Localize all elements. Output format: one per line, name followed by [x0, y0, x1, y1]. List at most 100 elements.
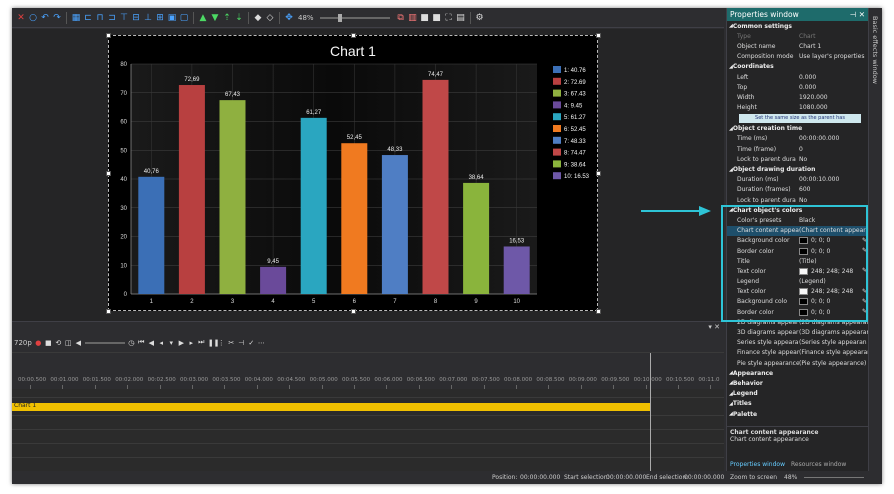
record-icon[interactable]: ● — [35, 339, 42, 347]
safe-area-icon[interactable]: ▥ — [408, 13, 418, 23]
timeline-clip[interactable] — [12, 403, 650, 411]
square2-icon[interactable]: ■ — [432, 13, 442, 23]
property-value[interactable]: 600 — [799, 186, 869, 193]
property-row[interactable]: Chart content appear (Chart content appea… — [727, 225, 869, 236]
property-section[interactable]: ◢ Common settings — [727, 21, 869, 31]
trim-icon[interactable]: ⊣ — [238, 339, 245, 347]
resize-handle-sw[interactable] — [106, 309, 111, 314]
property-value[interactable]: Chart — [799, 33, 869, 40]
resize-handle-nw[interactable] — [106, 33, 111, 38]
color-picker-icon[interactable]: ✎ — [862, 267, 867, 274]
zoom-to-screen-label[interactable]: Zoom to screen — [730, 474, 777, 481]
property-row[interactable]: Border color 0; 0; 0 ✎ — [727, 307, 869, 317]
resize-handle-se[interactable] — [596, 309, 601, 314]
property-value[interactable]: (Chart content appearan — [799, 227, 869, 234]
property-value[interactable]: 0.000 — [799, 84, 869, 91]
color-picker-icon[interactable]: ✎ — [862, 247, 867, 254]
property-row[interactable]: Left 0.000 — [727, 72, 869, 82]
color-swatch[interactable] — [799, 247, 808, 255]
property-value[interactable]: 0.000 — [799, 74, 869, 81]
resize-handle-s[interactable] — [351, 309, 356, 314]
property-value[interactable]: 0; 0; 0 — [799, 298, 869, 306]
resize-handle-ne[interactable] — [596, 33, 601, 38]
timeline-ruler[interactable]: 00:00.500 00:01.000 00:01.500 00:02.000 00:0… — [12, 353, 724, 389]
property-row[interactable]: Composition mode Use layer's properties — [727, 52, 869, 62]
property-row[interactable]: Legend (Legend) — [727, 277, 869, 287]
go-end-icon[interactable]: ⏭ — [198, 338, 205, 347]
property-value[interactable]: 248; 248; 248 — [799, 288, 869, 296]
play-icon[interactable]: ▶ — [178, 339, 185, 347]
property-value[interactable]: 0; 0; 0 — [799, 237, 869, 245]
fit-icon[interactable]: ▣ — [167, 13, 177, 23]
property-value[interactable]: 248; 248; 248 — [799, 267, 869, 275]
property-row[interactable]: Background colo 0; 0; 0 ✎ — [727, 297, 869, 307]
pause-icon[interactable]: ❚❚ — [208, 339, 220, 347]
property-value[interactable]: 00:00:10.000 — [799, 176, 869, 183]
more-icon[interactable]: ⋯ — [258, 339, 265, 347]
grid-icon[interactable]: ▦ — [71, 13, 81, 23]
property-row[interactable]: Time (ms) 00:00:00.000 — [727, 134, 869, 144]
pan-icon[interactable]: ✥ — [284, 13, 294, 23]
volume-slider[interactable] — [84, 341, 125, 344]
property-row[interactable]: Background color 0; 0; 0 ✎ — [727, 236, 869, 246]
distribute-icon[interactable]: ⊞ — [155, 13, 165, 23]
color-picker-icon[interactable]: ✎ — [862, 237, 867, 244]
to-top-icon[interactable]: ⇡ — [222, 13, 232, 23]
property-value[interactable]: Use layer's properties — [799, 53, 869, 60]
property-row[interactable]: 2D diagrams appear (2D diagrams appearan — [727, 317, 869, 327]
delete-icon[interactable]: ✕ — [16, 13, 26, 23]
playhead[interactable] — [650, 353, 651, 471]
settings-icon[interactable]: ⚙ — [475, 13, 485, 23]
property-row[interactable]: Pie style appearance (Pie style appearanc… — [727, 358, 869, 368]
property-section[interactable]: ◢ Coordinates — [727, 62, 869, 72]
split-icon[interactable]: ⋮ — [218, 339, 225, 347]
frame-icon[interactable]: ▢ — [179, 13, 189, 23]
property-row[interactable]: Time (frame) 0 — [727, 144, 869, 154]
property-row[interactable]: Finance style appear (Finance style appea… — [727, 348, 869, 358]
property-row[interactable]: Lock to parent dura No — [727, 195, 869, 205]
property-row[interactable]: Text color 248; 248; 248 ✎ — [727, 287, 869, 297]
property-value[interactable]: (3D diagrams appearan — [799, 329, 869, 336]
property-value[interactable]: (Legend) — [799, 278, 869, 285]
square-icon[interactable]: ■ — [420, 13, 430, 23]
property-section[interactable]: ◢ Appearance — [727, 368, 869, 378]
property-value[interactable]: 0; 0; 0 — [799, 247, 869, 255]
property-section[interactable]: ◢ Object creation time — [727, 124, 869, 134]
align-bottom-icon[interactable]: ⊥ — [143, 13, 153, 23]
property-value[interactable]: 1920.000 — [799, 94, 869, 101]
property-value[interactable]: (Title) — [799, 258, 869, 265]
tab-resources-window[interactable]: Resources window — [788, 458, 849, 471]
property-value[interactable]: (Pie style appearance) — [799, 360, 869, 367]
align-middle-icon[interactable]: ⊟ — [131, 13, 141, 23]
group-icon[interactable]: ◆ — [253, 13, 263, 23]
resize-handle-n[interactable] — [351, 33, 356, 38]
tab-properties-window[interactable]: Properties window — [727, 458, 788, 471]
color-swatch[interactable] — [799, 308, 808, 316]
chart-object[interactable]: Chart 1 0 10 20 30 40 50 60 70 80 40,76 1 72,69 2 67,… — [108, 35, 598, 311]
resize-handle-e[interactable] — [596, 171, 601, 176]
align-right-icon[interactable]: ⊐ — [107, 13, 117, 23]
color-swatch[interactable] — [799, 298, 808, 306]
resolution-select[interactable]: 720p — [14, 339, 32, 347]
property-row[interactable]: 3D diagrams appear (3D diagrams appearan — [727, 327, 869, 337]
property-value[interactable]: 00:00:00.000 — [799, 135, 869, 142]
marker-icon[interactable]: ◫ — [65, 339, 72, 347]
stop-icon[interactable]: ■ — [45, 339, 52, 347]
loop-icon[interactable]: ⟲ — [55, 339, 62, 347]
property-row[interactable]: Type Chart — [727, 31, 869, 41]
volume-icon[interactable]: ◀ — [75, 339, 82, 347]
rewind-icon[interactable]: ◂ — [158, 339, 165, 347]
property-row[interactable]: Object name Chart 1 — [727, 41, 869, 51]
property-row[interactable]: Duration (frames) 600 — [727, 185, 869, 195]
property-section[interactable]: ◢ Legend — [727, 389, 869, 399]
move-up-icon[interactable]: ▲ — [198, 13, 208, 23]
property-row[interactable]: Border color 0; 0; 0 ✎ — [727, 246, 869, 256]
same-size-as-parent-button[interactable]: Set the same size as the parent has — [739, 113, 861, 123]
layout-icon[interactable]: ▤ — [456, 13, 466, 23]
property-section[interactable]: ◢ Chart object's colors — [727, 205, 869, 215]
property-value[interactable]: No — [799, 156, 869, 163]
property-value[interactable]: No — [799, 197, 869, 204]
property-value[interactable]: Chart 1 — [799, 43, 869, 50]
property-row[interactable]: Title (Title) — [727, 256, 869, 266]
color-swatch[interactable] — [799, 237, 808, 245]
